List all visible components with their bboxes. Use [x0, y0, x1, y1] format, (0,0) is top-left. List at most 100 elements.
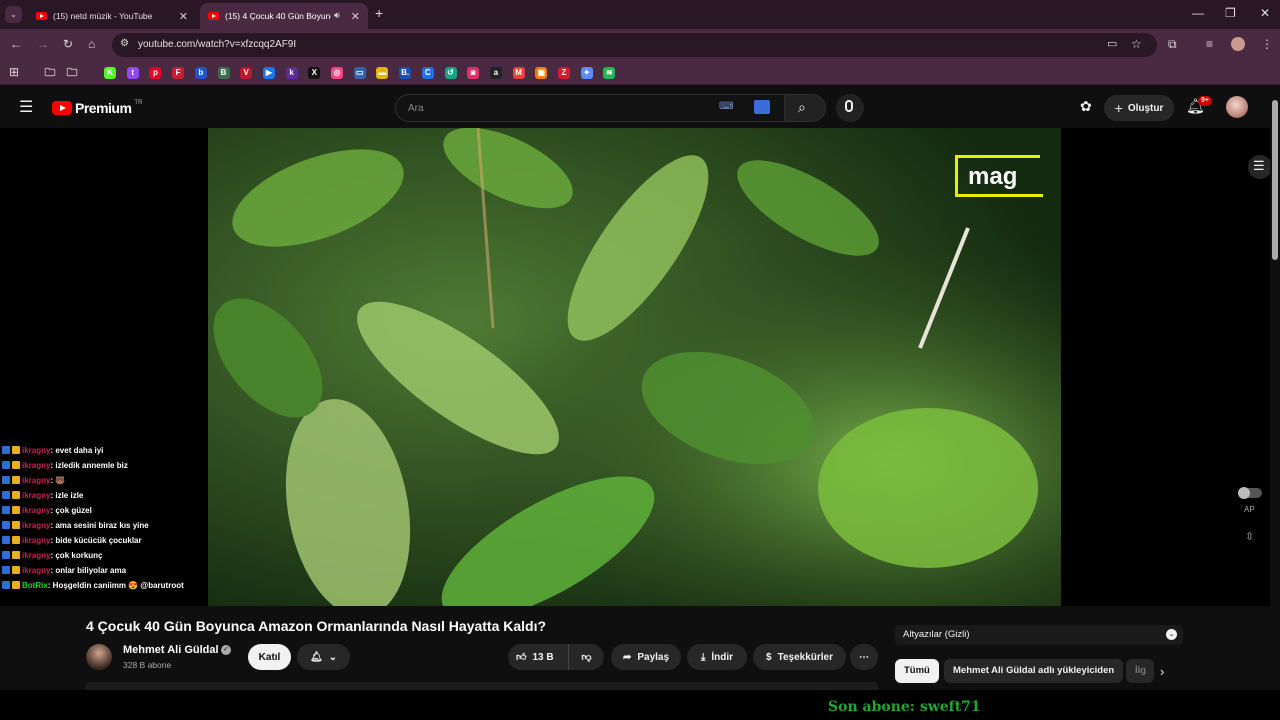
- user-badge-icon: [12, 566, 20, 574]
- bookmark-icon[interactable]: F: [172, 67, 185, 79]
- media-controls-icon[interactable]: ≡: [1206, 37, 1213, 51]
- search-icon: ⌕: [798, 99, 806, 115]
- video-player[interactable]: [208, 128, 1061, 606]
- autoplay-label: AP: [1244, 505, 1255, 514]
- input-tools-icon[interactable]: ⌨: [719, 101, 733, 112]
- twitch-icon[interactable]: t: [126, 67, 139, 79]
- extension-puzzle-icon[interactable]: ✿: [1080, 98, 1092, 115]
- apps-grid-icon[interactable]: ⊞: [9, 65, 19, 79]
- search-input[interactable]: Ara ⌨: [395, 94, 785, 122]
- pinterest-icon[interactable]: p: [149, 67, 162, 79]
- scroll-thumb[interactable]: [1272, 100, 1278, 260]
- new-tab-button[interactable]: +: [375, 5, 383, 21]
- voice-search-button[interactable]: [836, 94, 864, 122]
- chrome-menu-icon[interactable]: ⋮: [1261, 37, 1273, 51]
- amazon-icon[interactable]: a: [489, 67, 502, 79]
- back-icon[interactable]: ←: [10, 37, 22, 51]
- forward-icon[interactable]: →: [37, 37, 49, 51]
- visual-search-icon[interactable]: [754, 100, 770, 114]
- bookmark-icon[interactable]: Z: [558, 67, 570, 79]
- more-actions-button[interactable]: ⋯: [850, 644, 878, 670]
- chat-message: ikragny: ama sesini biraz kıs yine: [2, 518, 149, 532]
- chat-message: ikragny: bide kücücük çocuklar: [2, 533, 142, 547]
- bookmark-icon[interactable]: k: [285, 67, 298, 79]
- download-button[interactable]: ⤓ İndir: [687, 644, 747, 670]
- bookmark-star-icon[interactable]: ☆: [1131, 37, 1142, 51]
- bookmark-icon[interactable]: V: [240, 67, 253, 79]
- chat-text: : bide kücücük çocuklar: [50, 535, 142, 545]
- close-window-icon[interactable]: ✕: [1260, 6, 1270, 20]
- maximize-icon[interactable]: ❐: [1225, 6, 1236, 20]
- youtube-logo[interactable]: Premium TR: [52, 100, 142, 116]
- tab-title: (15) 4 Çocuk 40 Gün Boyunca: [225, 11, 331, 21]
- folder-icon[interactable]: 🗀︎: [44, 67, 56, 79]
- thanks-button[interactable]: $ Teşekkürler: [753, 644, 846, 670]
- omnibox[interactable]: ⚙ youtube.com/watch?v=xfzcqq2AF9I ▭ ☆: [112, 33, 1157, 57]
- platform-badge-icon: [2, 446, 10, 454]
- speaker-icon[interactable]: 🔊︎: [334, 10, 340, 21]
- site-info-icon[interactable]: ⚙: [120, 38, 129, 49]
- autoplay-toggle[interactable]: [1238, 487, 1262, 499]
- chat-message: ikragny: izledik annemle biz: [2, 458, 128, 472]
- dislike-button[interactable]: 👎︎: [568, 644, 604, 670]
- chevron-down-icon[interactable]: ⌄: [1166, 629, 1177, 640]
- minimize-icon[interactable]: —: [1192, 6, 1204, 20]
- bookmark-icon[interactable]: C: [421, 67, 434, 79]
- share-button[interactable]: ➦ Paylaş: [611, 644, 681, 670]
- tab-search-dropdown-icon[interactable]: ⌄: [5, 6, 22, 23]
- platform-badge-icon: [2, 461, 10, 469]
- join-button[interactable]: Katıl: [248, 644, 291, 670]
- kick-icon[interactable]: K: [104, 67, 116, 79]
- subscription-notifications-button[interactable]: 🔔︎ ⌄: [297, 644, 350, 670]
- chip-related[interactable]: İlg: [1126, 659, 1154, 683]
- chip-from-uploader[interactable]: Mehmet Ali Güldal adlı yükleyiciden: [944, 659, 1124, 683]
- gmail-icon[interactable]: M: [512, 67, 525, 79]
- profile-avatar-icon[interactable]: [1231, 37, 1245, 51]
- chat-text: : izle izle: [50, 490, 84, 500]
- expand-collapse-icon[interactable]: ⇳: [1245, 530, 1254, 543]
- side-menu-button[interactable]: ☰: [1248, 155, 1272, 179]
- bookmark-icon[interactable]: ▬: [376, 67, 389, 79]
- channel-name[interactable]: Mehmet Ali Güldal: [123, 644, 219, 656]
- bookmark-icon[interactable]: ◎: [331, 67, 343, 79]
- reload-icon[interactable]: ↻: [63, 37, 73, 51]
- chat-text: : çok güzel: [50, 505, 92, 515]
- close-tab-icon[interactable]: ✕: [351, 10, 360, 23]
- subtitles-panel-header[interactable]: Altyazılar (Gizli) ⌄: [895, 625, 1183, 645]
- bookmark-icon[interactable]: ▣: [535, 67, 548, 79]
- close-tab-icon[interactable]: ✕: [179, 10, 188, 23]
- search-button[interactable]: ⌕: [784, 94, 826, 122]
- x-icon[interactable]: X: [308, 67, 321, 79]
- hamburger-menu-icon[interactable]: ☰: [19, 97, 33, 117]
- chevron-right-icon[interactable]: ›: [1160, 664, 1164, 679]
- page-scrollbar[interactable]: [1270, 86, 1280, 690]
- home-icon[interactable]: ⌂: [88, 37, 95, 51]
- like-button[interactable]: 👍︎ 13 B: [508, 644, 568, 670]
- account-avatar[interactable]: [1226, 96, 1248, 118]
- user-badge-icon: [12, 551, 20, 559]
- bookmark-icon[interactable]: b: [194, 67, 207, 79]
- bookmark-icon[interactable]: B: [217, 67, 230, 79]
- chip-all[interactable]: Tümü: [895, 659, 939, 683]
- bookmark-icon[interactable]: ✦: [580, 67, 593, 79]
- spotify-icon[interactable]: ≋: [603, 67, 616, 79]
- chat-username: ikragny: [22, 490, 51, 500]
- tab-current-video[interactable]: (15) 4 Çocuk 40 Gün Boyunca 🔊︎ ✕: [200, 3, 368, 29]
- platform-badge-icon: [2, 491, 10, 499]
- bookmark-icon[interactable]: ▶: [262, 67, 275, 79]
- tab-netd-muzik[interactable]: (15) netd müzik - YouTube ✕: [28, 3, 196, 29]
- bookmark-icon[interactable]: ↺: [444, 67, 457, 79]
- like-count: 13 B: [532, 651, 554, 663]
- chat-username: ikragny: [22, 445, 51, 455]
- cast-icon[interactable]: ▭: [1107, 37, 1117, 50]
- bookmark-icon[interactable]: ▭: [353, 67, 366, 79]
- extensions-icon[interactable]: ⧉: [1168, 37, 1177, 52]
- logo-text: Premium: [75, 100, 132, 116]
- bookmark-icon[interactable]: B.: [399, 67, 412, 79]
- channel-avatar[interactable]: [86, 644, 112, 670]
- folder-icon[interactable]: 🗀︎: [66, 67, 78, 79]
- chat-text: : evet daha iyi: [50, 445, 104, 455]
- url-text[interactable]: youtube.com/watch?v=xfzcqq2AF9I: [138, 39, 296, 50]
- instagram-icon[interactable]: ◙: [467, 67, 480, 79]
- create-button[interactable]: + Oluştur: [1104, 95, 1174, 121]
